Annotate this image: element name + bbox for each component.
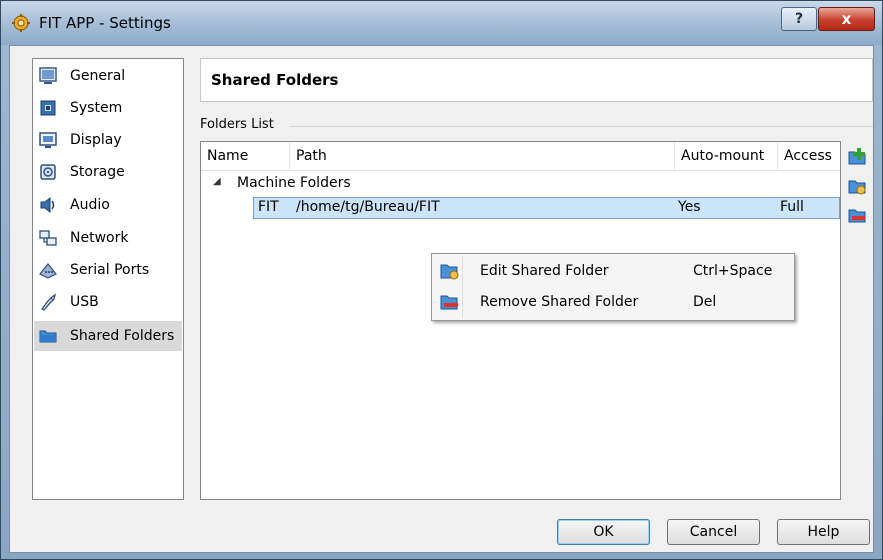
sidebar-item-serial-ports[interactable]: Serial Ports [34, 255, 182, 285]
page-title: Shared Folders [211, 71, 339, 89]
page-header: Shared Folders [200, 58, 873, 102]
column-header-name[interactable]: Name [201, 142, 290, 170]
menu-item-shortcut: Ctrl+Space [693, 263, 773, 279]
collapse-arrow-icon[interactable]: ◢ [213, 176, 221, 187]
tree-header: Name Path Auto-mount Access [201, 142, 840, 171]
storage-icon [40, 164, 56, 180]
general-icon [39, 67, 57, 84]
audio-icon [40, 196, 55, 214]
display-icon [39, 132, 57, 148]
edit-folder-icon[interactable] [846, 175, 868, 197]
ok-button[interactable]: OK [557, 519, 650, 545]
title-bar[interactable]: FIT APP - Settings ? x [1, 1, 882, 45]
sidebar-item-shared-folders[interactable]: Shared Folders [34, 321, 182, 351]
remove-folder-icon [440, 295, 458, 310]
sidebar-item-label: USB [70, 294, 99, 310]
gear-icon [12, 14, 30, 32]
sidebar-item-label: Shared Folders [70, 328, 175, 344]
serial-ports-icon [39, 263, 57, 279]
menu-item-shortcut: Del [693, 294, 717, 310]
context-menu: Edit Shared Folder Ctrl+Space Remove Sha… [431, 253, 795, 321]
table-row[interactable]: FIT /home/tg/Bureau/FIT Yes Full [253, 197, 840, 219]
sidebar-item-display[interactable]: Display [34, 125, 182, 155]
column-header-path[interactable]: Path [290, 142, 675, 170]
folders-list-label: Folders List [200, 117, 280, 132]
shared-folders-icon [39, 330, 57, 343]
usb-icon [41, 293, 57, 311]
sidebar-item-system[interactable]: System [34, 93, 182, 123]
remove-folder-icon[interactable] [846, 204, 868, 226]
menu-item-edit-shared-folder[interactable]: Edit Shared Folder Ctrl+Space [434, 257, 792, 286]
row-name: FIT [258, 199, 279, 215]
system-icon [40, 100, 56, 116]
row-auto-mount: Yes [678, 199, 701, 215]
network-icon [39, 230, 57, 246]
sidebar-item-audio[interactable]: Audio [34, 190, 182, 220]
add-folder-icon[interactable] [846, 146, 868, 168]
help-button[interactable]: Help [777, 519, 870, 545]
sidebar-item-usb[interactable]: USB [34, 287, 182, 317]
row-access: Full [780, 199, 804, 215]
column-header-access[interactable]: Access [778, 142, 840, 170]
row-path: /home/tg/Bureau/FIT [296, 199, 440, 215]
menu-item-label: Edit Shared Folder [480, 263, 609, 279]
sidebar-item-label: Serial Ports [70, 262, 150, 278]
sidebar-item-label: Network [70, 230, 129, 246]
group-divider [290, 126, 873, 127]
tree-group-row[interactable]: ◢ Machine Folders [201, 172, 840, 196]
window-title: FIT APP - Settings [39, 14, 171, 32]
menu-item-remove-shared-folder[interactable]: Remove Shared Folder Del [434, 288, 792, 317]
sidebar-item-label: System [70, 100, 123, 116]
dialog-body: General System Display Storage Audio Net… [9, 45, 874, 553]
sidebar-item-network[interactable]: Network [34, 223, 182, 253]
column-header-auto-mount[interactable]: Auto-mount [675, 142, 778, 170]
sidebar-item-label: General [70, 68, 126, 84]
sidebar-item-label: Display [70, 132, 122, 148]
group-name: Machine Folders [237, 175, 351, 191]
sidebar-item-label: Audio [70, 197, 110, 213]
settings-window: FIT APP - Settings ? x General System Di… [0, 0, 883, 560]
edit-folder-icon [440, 264, 459, 280]
sidebar-item-label: Storage [70, 164, 125, 180]
close-button[interactable]: x [818, 7, 875, 31]
cancel-button[interactable]: Cancel [667, 519, 760, 545]
menu-item-label: Remove Shared Folder [480, 294, 639, 310]
settings-sidebar: General System Display Storage Audio Net… [32, 58, 184, 500]
sidebar-item-general[interactable]: General [34, 61, 182, 91]
title-help-button[interactable]: ? [781, 7, 817, 31]
sidebar-item-storage[interactable]: Storage [34, 157, 182, 187]
